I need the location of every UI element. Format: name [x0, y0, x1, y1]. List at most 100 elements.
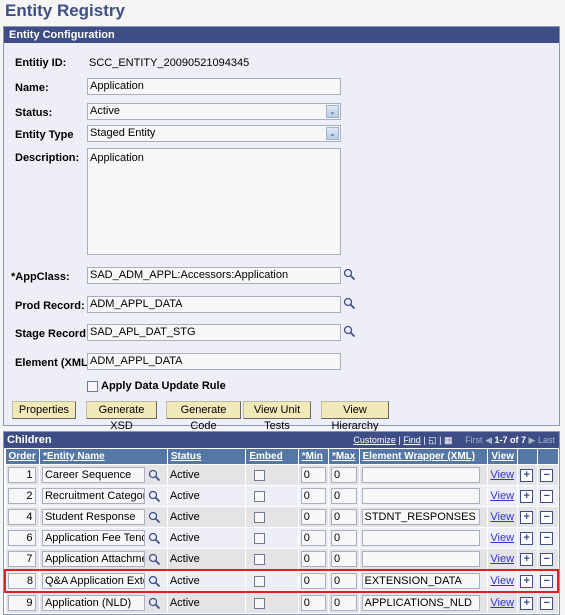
- add-row-icon[interactable]: +: [520, 596, 534, 610]
- add-row-icon[interactable]: +: [520, 552, 534, 566]
- find-link[interactable]: Find: [403, 435, 421, 445]
- properties-button[interactable]: Properties: [12, 401, 76, 419]
- description-textarea[interactable]: Application: [87, 148, 341, 255]
- lookup-icon[interactable]: [148, 597, 161, 610]
- col-view[interactable]: View: [487, 448, 519, 465]
- col-element-wrapper[interactable]: Element Wrapper (XML): [358, 448, 489, 465]
- view-link[interactable]: View: [490, 490, 514, 502]
- delete-row-icon[interactable]: −: [540, 574, 554, 588]
- element-wrapper-input[interactable]: [361, 467, 480, 483]
- order-input[interactable]: 1: [7, 467, 36, 483]
- embed-checkbox[interactable]: [254, 597, 266, 609]
- element-wrapper-input[interactable]: [361, 551, 480, 567]
- customize-link[interactable]: Customize: [353, 435, 396, 445]
- lookup-icon[interactable]: [343, 297, 356, 310]
- view-all-icon[interactable]: ◱: [428, 435, 437, 445]
- element-wrapper-input[interactable]: [361, 530, 480, 546]
- max-input[interactable]: 0: [330, 573, 357, 589]
- appclass-input[interactable]: SAD_ADM_APPL:Accessors:Application: [87, 267, 341, 284]
- view-link[interactable]: View: [490, 511, 514, 523]
- lookup-icon[interactable]: [148, 469, 161, 482]
- max-input[interactable]: 0: [330, 467, 357, 483]
- col-embed[interactable]: Embed: [245, 448, 299, 465]
- lookup-icon[interactable]: [148, 553, 161, 566]
- min-input[interactable]: 0: [300, 551, 326, 567]
- col-min[interactable]: *Min: [297, 448, 329, 465]
- embed-checkbox[interactable]: [254, 469, 266, 481]
- max-input[interactable]: 0: [330, 551, 357, 567]
- embed-checkbox[interactable]: [254, 532, 266, 544]
- stage-record-input[interactable]: SAD_APL_DAT_STG: [87, 324, 341, 341]
- download-grid-icon[interactable]: ▦: [444, 435, 453, 445]
- lookup-icon[interactable]: [148, 532, 161, 545]
- element-wrapper-input[interactable]: STDNT_RESPONSES: [361, 509, 480, 525]
- last-link[interactable]: Last: [538, 435, 555, 445]
- min-input[interactable]: 0: [300, 595, 326, 611]
- lookup-icon[interactable]: [343, 268, 356, 281]
- min-input[interactable]: 0: [300, 530, 326, 546]
- chevron-down-icon[interactable]: ⌄: [326, 105, 339, 118]
- max-input[interactable]: 0: [330, 488, 357, 504]
- element-wrapper-input[interactable]: [361, 488, 480, 504]
- embed-checkbox[interactable]: [254, 553, 266, 565]
- entity-type-select[interactable]: Staged Entity ⌄: [87, 125, 341, 142]
- entity-name-input[interactable]: Application Fee Tender: [41, 530, 145, 546]
- min-input[interactable]: 0: [300, 488, 326, 504]
- status-select[interactable]: Active ⌄: [87, 103, 341, 120]
- view-link[interactable]: View: [490, 469, 514, 481]
- order-input[interactable]: 2: [7, 488, 36, 504]
- col-status[interactable]: Status: [166, 448, 247, 465]
- delete-row-icon[interactable]: −: [540, 552, 554, 566]
- add-row-icon[interactable]: +: [520, 468, 534, 482]
- max-input[interactable]: 0: [330, 509, 357, 525]
- max-input[interactable]: 0: [330, 530, 357, 546]
- entity-name-input[interactable]: Application Attachment: [41, 551, 145, 567]
- max-input[interactable]: 0: [330, 595, 357, 611]
- col-max[interactable]: *Max: [327, 448, 360, 465]
- element-wrapper-input[interactable]: EXTENSION_DATA: [361, 573, 480, 589]
- prod-record-input[interactable]: ADM_APPL_DATA: [87, 296, 341, 313]
- add-row-icon[interactable]: +: [520, 510, 534, 524]
- order-input[interactable]: 7: [7, 551, 36, 567]
- add-row-icon[interactable]: +: [520, 574, 534, 588]
- name-input[interactable]: Application: [87, 78, 341, 95]
- order-input[interactable]: 9: [7, 595, 36, 611]
- apply-data-update-rule-checkbox[interactable]: [87, 381, 98, 392]
- col-order[interactable]: Order: [4, 448, 40, 465]
- lookup-icon[interactable]: [148, 490, 161, 503]
- delete-row-icon[interactable]: −: [540, 596, 554, 610]
- entity-name-input[interactable]: Student Response: [41, 509, 145, 525]
- view-link[interactable]: View: [490, 597, 514, 609]
- element-xml-input[interactable]: ADM_APPL_DATA: [87, 353, 341, 370]
- add-row-icon[interactable]: +: [520, 531, 534, 545]
- entity-name-input[interactable]: Career Sequence: [41, 467, 145, 483]
- prev-icon[interactable]: ◀: [485, 435, 492, 445]
- col-entity-name[interactable]: *Entity Name: [38, 448, 168, 465]
- embed-checkbox[interactable]: [254, 575, 266, 587]
- entity-name-input[interactable]: Q&A Application Extens: [41, 573, 145, 589]
- order-input[interactable]: 6: [7, 530, 36, 546]
- entity-name-input[interactable]: Application (NLD): [41, 595, 145, 611]
- add-row-icon[interactable]: +: [520, 489, 534, 503]
- lookup-icon[interactable]: [343, 325, 356, 338]
- chevron-down-icon[interactable]: ⌄: [326, 127, 339, 140]
- view-hierarchy-button[interactable]: View Hierarchy: [321, 401, 389, 432]
- lookup-icon[interactable]: [148, 511, 161, 524]
- generate-code-button[interactable]: Generate Code: [166, 401, 241, 432]
- order-input[interactable]: 4: [7, 509, 36, 525]
- min-input[interactable]: 0: [300, 509, 326, 525]
- generate-xsd-button[interactable]: Generate XSD: [86, 401, 157, 432]
- element-wrapper-input[interactable]: APPLICATIONS_NLD: [361, 595, 480, 611]
- view-unit-tests-button[interactable]: View Unit Tests: [243, 401, 311, 432]
- view-link[interactable]: View: [490, 553, 514, 565]
- min-input[interactable]: 0: [300, 467, 326, 483]
- delete-row-icon[interactable]: −: [540, 489, 554, 503]
- view-link[interactable]: View: [490, 532, 514, 544]
- delete-row-icon[interactable]: −: [540, 531, 554, 545]
- entity-name-input[interactable]: Recruitment Category: [41, 488, 145, 504]
- order-input[interactable]: 8: [8, 573, 36, 589]
- view-link[interactable]: View: [490, 575, 514, 587]
- next-icon[interactable]: ▶: [529, 435, 536, 445]
- min-input[interactable]: 0: [300, 573, 326, 589]
- embed-checkbox[interactable]: [254, 511, 266, 523]
